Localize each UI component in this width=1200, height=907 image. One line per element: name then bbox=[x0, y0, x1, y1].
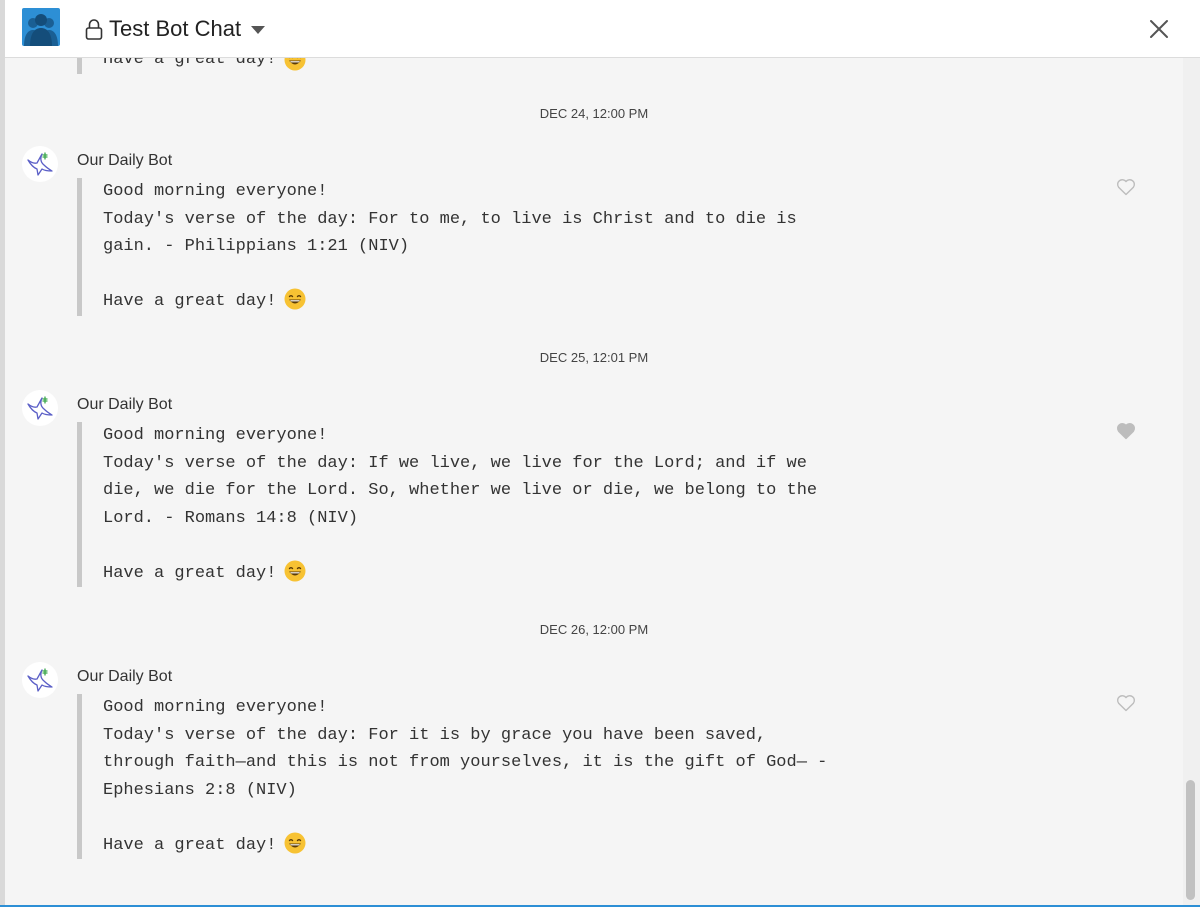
heart-filled-icon[interactable] bbox=[1116, 422, 1136, 440]
date-separator: DEC 26, 12:00 PM bbox=[539, 622, 649, 637]
verse-line: Today's verse of the day: For to me, to … bbox=[103, 209, 797, 229]
greeting-text: Good morning everyone! bbox=[103, 426, 328, 445]
message-timeline[interactable]: Have a great day! DEC 24, 12:00 PM Our D… bbox=[5, 58, 1183, 907]
closing-text: Have a great day! bbox=[103, 563, 277, 583]
lock-icon bbox=[85, 19, 103, 40]
greeting-text: Good morning everyone! bbox=[103, 182, 328, 201]
verse-line: Ephesians 2:8 (NIV) bbox=[103, 780, 297, 800]
dove-icon bbox=[27, 152, 53, 176]
grinning-emoji-icon bbox=[284, 58, 306, 71]
bot-avatar[interactable] bbox=[22, 662, 58, 698]
dove-icon bbox=[27, 396, 53, 420]
sender-name: Our Daily Bot bbox=[77, 152, 173, 169]
verse-line: Today's verse of the day: If we live, we… bbox=[103, 453, 807, 473]
close-icon bbox=[1150, 20, 1168, 38]
partial-message: Have a great day! bbox=[77, 58, 306, 74]
chevron-down-icon[interactable] bbox=[251, 26, 266, 34]
closing-line: Have a great day! bbox=[103, 832, 937, 860]
bot-avatar[interactable] bbox=[22, 390, 58, 426]
dove-icon bbox=[27, 668, 53, 692]
grinning-emoji-icon bbox=[284, 560, 306, 582]
closing-line: Have a great day! bbox=[103, 288, 937, 316]
verse-line: Lord. - Romans 14:8 (NIV) bbox=[103, 508, 359, 528]
scrollbar-thumb[interactable] bbox=[1186, 780, 1195, 900]
heart-icon[interactable] bbox=[1116, 694, 1136, 712]
verse-line: Today's verse of the day: For it is by g… bbox=[103, 725, 767, 745]
date-separator: DEC 24, 12:00 PM bbox=[539, 106, 649, 121]
closing-text: Have a great day! bbox=[103, 835, 277, 855]
greeting-text: Good morning everyone! bbox=[103, 698, 328, 717]
closing-text: Have a great day! bbox=[103, 58, 277, 69]
grinning-emoji-icon bbox=[284, 288, 306, 310]
sender-name: Our Daily Bot bbox=[77, 668, 173, 685]
sender-name: Our Daily Bot bbox=[77, 396, 173, 413]
closing-text: Have a great day! bbox=[103, 292, 277, 311]
message-body: Good morning everyone! Today's verse of t… bbox=[77, 178, 937, 316]
room-title-button[interactable]: Test Bot Chat bbox=[85, 14, 266, 44]
room-title: Test Bot Chat bbox=[109, 16, 242, 41]
room-header: Test Bot Chat bbox=[5, 0, 1200, 58]
message-body: Good morning everyone! Today's verse of t… bbox=[77, 694, 937, 859]
group-icon[interactable] bbox=[22, 8, 60, 46]
message-body: Good morning everyone! Today's verse of t… bbox=[77, 422, 937, 587]
verse-line: gain. - Philippians 1:21 (NIV) bbox=[103, 237, 410, 256]
closing-line: Have a great day! bbox=[103, 560, 937, 588]
grinning-emoji-icon bbox=[284, 832, 306, 854]
date-separator: DEC 25, 12:01 PM bbox=[539, 350, 649, 365]
bot-avatar[interactable] bbox=[22, 146, 58, 182]
close-button[interactable] bbox=[1144, 14, 1174, 44]
verse-line: through faith—and this is not from yours… bbox=[103, 753, 828, 772]
heart-icon[interactable] bbox=[1116, 178, 1136, 196]
verse-line: die, we die for the Lord. So, whether we… bbox=[103, 481, 818, 500]
